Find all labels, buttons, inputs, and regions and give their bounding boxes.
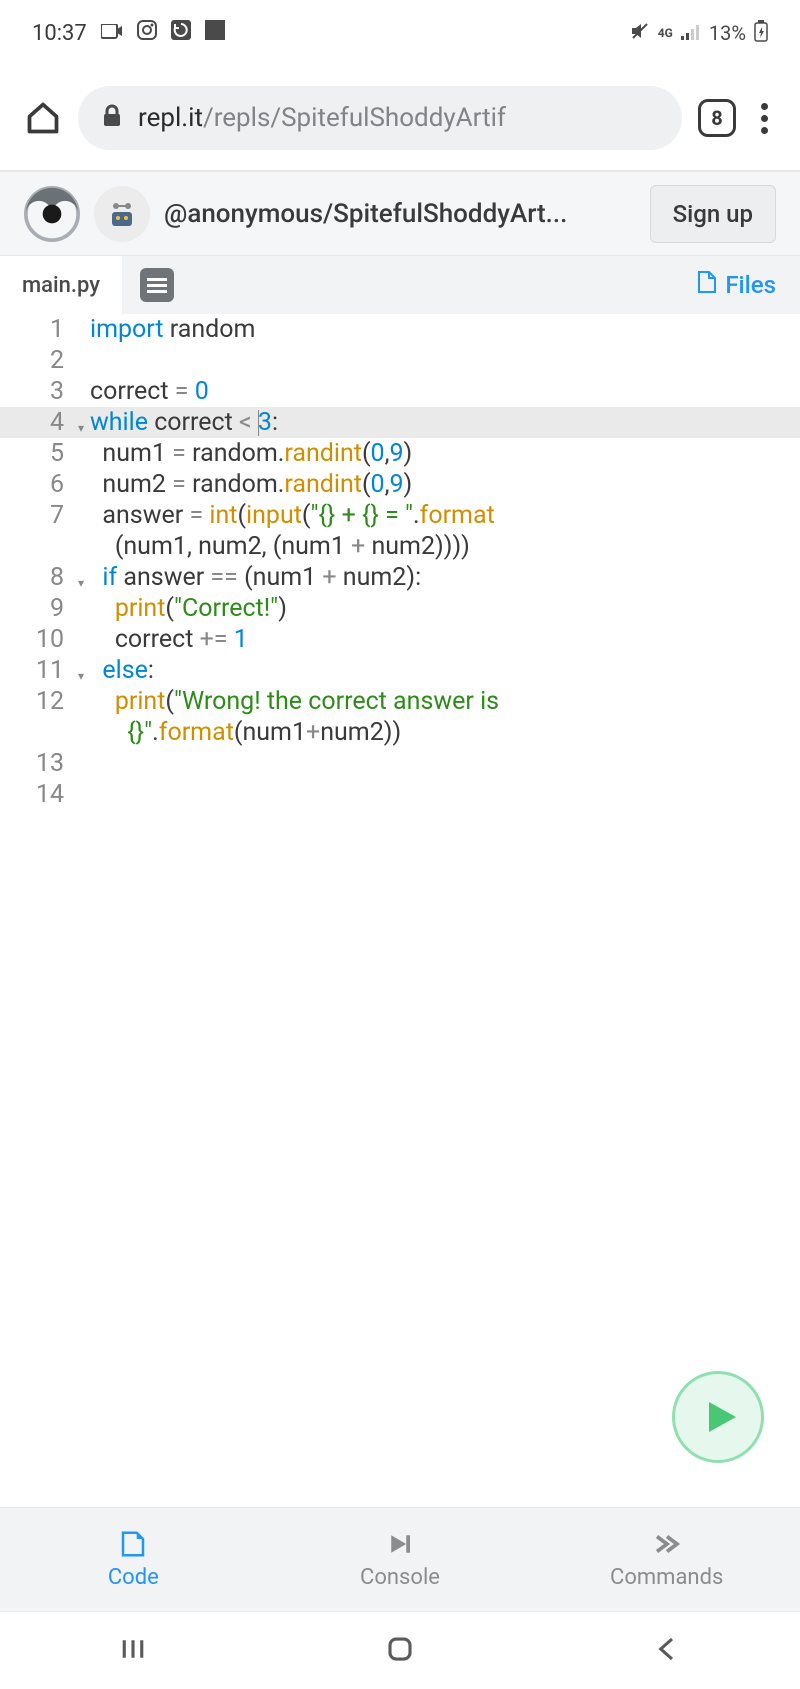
instagram-icon: [137, 20, 157, 46]
code-line[interactable]: 14: [0, 779, 800, 810]
url-bar[interactable]: repl.it/repls/SpitefulShoddyArtif: [78, 86, 682, 150]
line-number: 14: [0, 779, 90, 810]
line-number: 11: [0, 655, 90, 686]
code-content[interactable]: while correct < 3:: [90, 407, 278, 438]
nav-recents-icon[interactable]: [118, 1634, 148, 1668]
code-line[interactable]: (num1, num2, (num1 + num2)))): [0, 531, 800, 562]
code-content[interactable]: if answer == (num1 + num2):: [90, 562, 421, 593]
file-icon: [697, 270, 717, 300]
code-line[interactable]: 6 num2 = random.randint(0,9): [0, 469, 800, 500]
file-bar: main.py Files: [0, 256, 800, 314]
mute-icon: [630, 21, 650, 46]
code-line[interactable]: 8 if answer == (num1 + num2):: [0, 562, 800, 593]
line-number: 4: [0, 407, 90, 438]
line-number: 1: [0, 314, 90, 345]
line-number: 3: [0, 376, 90, 407]
format-button[interactable]: [140, 268, 174, 302]
code-content[interactable]: else:: [90, 655, 154, 686]
refresh-icon: [171, 20, 191, 46]
nav-bar: [0, 1611, 800, 1689]
anon-avatar[interactable]: [94, 186, 150, 242]
lock-icon: [102, 104, 122, 132]
code-content[interactable]: {}".format(num1+num2)): [90, 717, 401, 748]
code-editor[interactable]: 1import random23correct = 04while correc…: [0, 314, 800, 1507]
code-content[interactable]: answer = int(input("{} + {} = ".format: [90, 500, 495, 531]
code-line[interactable]: 9 print("Correct!"): [0, 593, 800, 624]
line-number: 13: [0, 748, 90, 779]
tab-code[interactable]: Code: [0, 1508, 267, 1611]
signup-button[interactable]: Sign up: [650, 185, 776, 243]
line-number: [0, 717, 90, 748]
code-line[interactable]: {}".format(num1+num2)): [0, 717, 800, 748]
status-left: 10:37: [32, 20, 225, 46]
tab-console[interactable]: Console: [267, 1508, 534, 1611]
code-content[interactable]: num2 = random.randint(0,9): [90, 469, 412, 500]
code-line[interactable]: 13: [0, 748, 800, 779]
line-number: 12: [0, 686, 90, 717]
file-tab-main[interactable]: main.py: [0, 256, 122, 314]
browser-bar: repl.it/repls/SpitefulShoddyArtif 8: [0, 66, 800, 172]
nav-back-icon[interactable]: [652, 1634, 682, 1668]
line-number: 8: [0, 562, 90, 593]
tab-count-button[interactable]: 8: [698, 99, 736, 137]
line-number: 6: [0, 469, 90, 500]
video-icon: [101, 21, 123, 46]
line-number: 10: [0, 624, 90, 655]
line-number: 7: [0, 500, 90, 531]
nav-home-icon[interactable]: [385, 1634, 415, 1668]
status-right: 4G 13%: [630, 20, 768, 47]
line-number: 5: [0, 438, 90, 469]
code-line[interactable]: 4while correct < 3:: [0, 407, 800, 438]
battery-percent: 13%: [709, 21, 746, 45]
status-time: 10:37: [32, 21, 87, 46]
line-number: 2: [0, 345, 90, 376]
code-content[interactable]: print("Wrong! the correct answer is: [90, 686, 505, 717]
line-number: [0, 531, 90, 562]
code-line[interactable]: 10 correct += 1: [0, 624, 800, 655]
code-line[interactable]: 2: [0, 345, 800, 376]
app-icon: [205, 20, 225, 46]
url-text: repl.it/repls/SpitefulShoddyArtif: [138, 103, 506, 133]
files-link[interactable]: Files: [697, 270, 776, 300]
code-content[interactable]: num1 = random.randint(0,9): [90, 438, 412, 469]
code-line[interactable]: 7 answer = int(input("{} + {} = ".format: [0, 500, 800, 531]
code-line[interactable]: 11 else:: [0, 655, 800, 686]
run-button[interactable]: [672, 1371, 764, 1463]
more-menu-icon[interactable]: [752, 103, 776, 134]
code-line[interactable]: 12 print("Wrong! the correct answer is: [0, 686, 800, 717]
code-content[interactable]: (num1, num2, (num1 + num2)))): [90, 531, 470, 562]
code-content[interactable]: correct += 1: [90, 624, 248, 655]
battery-icon: [754, 20, 768, 47]
line-number: 9: [0, 593, 90, 624]
signal-icon: [681, 21, 701, 45]
tab-commands[interactable]: Commands: [533, 1508, 800, 1611]
code-content[interactable]: correct = 0: [90, 376, 209, 407]
home-icon[interactable]: [24, 99, 62, 137]
network-type: 4G: [658, 26, 673, 40]
repl-title[interactable]: @anonymous/SpitefulShoddyArt...: [164, 199, 636, 229]
replit-header: @anonymous/SpitefulShoddyArt... Sign up: [0, 172, 800, 256]
code-line[interactable]: 3correct = 0: [0, 376, 800, 407]
code-line[interactable]: 5 num1 = random.randint(0,9): [0, 438, 800, 469]
status-bar: 10:37 4G 13%: [0, 0, 800, 66]
code-line[interactable]: 1import random: [0, 314, 800, 345]
code-content[interactable]: import random: [90, 314, 255, 345]
bottom-tabs: Code Console Commands: [0, 1507, 800, 1611]
code-content[interactable]: print("Correct!"): [90, 593, 287, 624]
replit-logo[interactable]: [24, 186, 80, 242]
